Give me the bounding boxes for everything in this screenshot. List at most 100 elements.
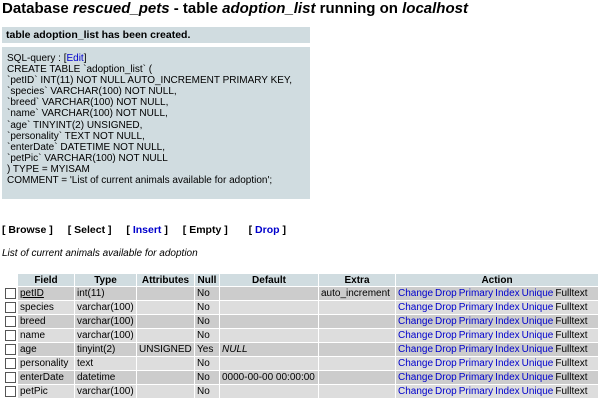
row-checkbox[interactable] bbox=[4, 301, 16, 313]
field-cell: breed bbox=[18, 315, 74, 328]
action-drop-link[interactable]: Drop bbox=[435, 344, 457, 355]
drop-link[interactable]: Drop bbox=[255, 224, 280, 236]
edit-sql-link[interactable]: Edit bbox=[66, 53, 83, 64]
action-change-link[interactable]: Change bbox=[398, 386, 433, 397]
action-drop-link[interactable]: Drop bbox=[435, 372, 457, 383]
action-change-link[interactable]: Change bbox=[398, 358, 433, 369]
empty-link[interactable]: Empty bbox=[189, 224, 221, 236]
action-change-link[interactable]: Change bbox=[398, 344, 433, 355]
action-index-link[interactable]: Index bbox=[495, 330, 519, 341]
action-unique-link[interactable]: Unique bbox=[522, 316, 554, 327]
action-primary-link[interactable]: Primary bbox=[459, 372, 493, 383]
action-change-link[interactable]: Change bbox=[398, 316, 433, 327]
structure-header-row: Field Type Attributes Null Default Extra… bbox=[3, 274, 598, 286]
action-primary-link[interactable]: Primary bbox=[459, 302, 493, 313]
field-cell: enterDate bbox=[18, 371, 74, 384]
browse-action[interactable]: [ Browse ] bbox=[2, 224, 53, 236]
action-primary-link[interactable]: Primary bbox=[459, 330, 493, 341]
action-change-link[interactable]: Change bbox=[398, 330, 433, 341]
action-change-link[interactable]: Change bbox=[398, 302, 433, 313]
default-cell bbox=[220, 287, 318, 300]
sql-query-box: SQL-query : [Edit] CREATE TABLE `adoptio… bbox=[2, 47, 310, 199]
action-cell: Change Drop Primary Index Unique Fulltext bbox=[396, 343, 598, 356]
select-link[interactable]: Select bbox=[74, 224, 105, 236]
action-index-link[interactable]: Index bbox=[495, 288, 519, 299]
action-unique-link[interactable]: Unique bbox=[522, 372, 554, 383]
default-cell-value: NULL bbox=[222, 344, 248, 355]
browse-link[interactable]: Browse bbox=[8, 224, 46, 236]
null-cell: No bbox=[195, 371, 219, 384]
status-message: table adoption_list has been created. bbox=[2, 27, 310, 43]
row-checkbox[interactable] bbox=[4, 343, 16, 355]
action-drop-link[interactable]: Drop bbox=[435, 288, 457, 299]
sql-line: `age` TINYINT(2) UNSIGNED, bbox=[7, 119, 143, 131]
page-title: Database rescued_pets - table adoption_l… bbox=[2, 0, 468, 17]
row-checkbox-cell bbox=[3, 315, 17, 328]
action-index-link[interactable]: Index bbox=[495, 372, 519, 383]
action-cell: Change Drop Primary Index Unique Fulltext bbox=[396, 301, 598, 314]
title-suffix: running on bbox=[315, 0, 403, 17]
action-index-link[interactable]: Index bbox=[495, 316, 519, 327]
drop-action[interactable]: [ Drop ] bbox=[249, 224, 286, 236]
action-unique-link[interactable]: Unique bbox=[522, 358, 554, 369]
action-cell: Change Drop Primary Index Unique Fulltext bbox=[396, 315, 598, 328]
sql-label: SQL-query : [ bbox=[7, 53, 67, 64]
table-row: personality text No Change Drop Primary Index U… bbox=[3, 357, 598, 370]
table-actions: [ Browse ] [ Select ] [ Insert ] [ Empty… bbox=[2, 224, 298, 236]
sql-query-label: SQL-query : [Edit] bbox=[7, 53, 310, 64]
action-primary-link[interactable]: Primary bbox=[459, 386, 493, 397]
row-checkbox[interactable] bbox=[4, 329, 16, 341]
default-cell: 0000-00-00 00:00:00 bbox=[220, 371, 318, 384]
table-row: name varchar(100) No Change Drop Primary Index… bbox=[3, 329, 598, 342]
sql-line: `petPic` VARCHAR(100) NOT NULL bbox=[7, 152, 168, 164]
action-index-link[interactable]: Index bbox=[495, 302, 519, 313]
action-unique-link[interactable]: Unique bbox=[522, 330, 554, 341]
row-checkbox[interactable] bbox=[4, 315, 16, 327]
type-cell: varchar(100) bbox=[75, 315, 136, 328]
header-type: Type bbox=[75, 274, 136, 286]
action-drop-link[interactable]: Drop bbox=[435, 330, 457, 341]
default-cell bbox=[220, 385, 318, 398]
action-unique-link[interactable]: Unique bbox=[522, 288, 554, 299]
row-checkbox-cell bbox=[3, 329, 17, 342]
row-checkbox[interactable] bbox=[4, 357, 16, 369]
action-drop-link[interactable]: Drop bbox=[435, 358, 457, 369]
table-row: breed varchar(100) No Change Drop Primary Inde… bbox=[3, 315, 598, 328]
action-fulltext-link: Fulltext bbox=[555, 302, 588, 313]
default-cell bbox=[220, 315, 318, 328]
action-primary-link[interactable]: Primary bbox=[459, 358, 493, 369]
action-primary-link[interactable]: Primary bbox=[459, 288, 493, 299]
field-cell-value[interactable]: petID bbox=[20, 288, 44, 299]
table-comment: List of current animals available for ad… bbox=[2, 248, 198, 259]
action-unique-link[interactable]: Unique bbox=[522, 344, 554, 355]
action-unique-link[interactable]: Unique bbox=[522, 302, 554, 313]
default-cell bbox=[220, 301, 318, 314]
insert-link[interactable]: Insert bbox=[133, 224, 162, 236]
select-action[interactable]: [ Select ] bbox=[68, 224, 112, 236]
action-index-link[interactable]: Index bbox=[495, 344, 519, 355]
action-index-link[interactable]: Index bbox=[495, 386, 519, 397]
insert-action[interactable]: [ Insert ] bbox=[126, 224, 167, 236]
action-change-link[interactable]: Change bbox=[398, 372, 433, 383]
action-drop-link[interactable]: Drop bbox=[435, 316, 457, 327]
attributes-cell bbox=[137, 357, 194, 370]
database-name: rescued_pets bbox=[72, 0, 170, 17]
header-extra: Extra bbox=[319, 274, 395, 286]
sql-line: `petID` INT(11) NOT NULL AUTO_INCREMENT … bbox=[7, 75, 293, 87]
action-unique-link[interactable]: Unique bbox=[522, 386, 554, 397]
action-change-link[interactable]: Change bbox=[398, 288, 433, 299]
action-fulltext-link: Fulltext bbox=[555, 330, 588, 341]
action-index-link[interactable]: Index bbox=[495, 358, 519, 369]
action-primary-link[interactable]: Primary bbox=[459, 344, 493, 355]
attributes-cell bbox=[137, 315, 194, 328]
action-fulltext-link: Fulltext bbox=[555, 358, 588, 369]
empty-action[interactable]: [ Empty ] bbox=[183, 224, 228, 236]
action-drop-link[interactable]: Drop bbox=[435, 302, 457, 313]
action-drop-link[interactable]: Drop bbox=[435, 386, 457, 397]
row-checkbox[interactable] bbox=[4, 371, 16, 383]
attributes-cell bbox=[137, 301, 194, 314]
action-primary-link[interactable]: Primary bbox=[459, 316, 493, 327]
row-checkbox[interactable] bbox=[4, 287, 16, 299]
row-checkbox[interactable] bbox=[4, 385, 16, 397]
header-action: Action bbox=[396, 274, 598, 286]
